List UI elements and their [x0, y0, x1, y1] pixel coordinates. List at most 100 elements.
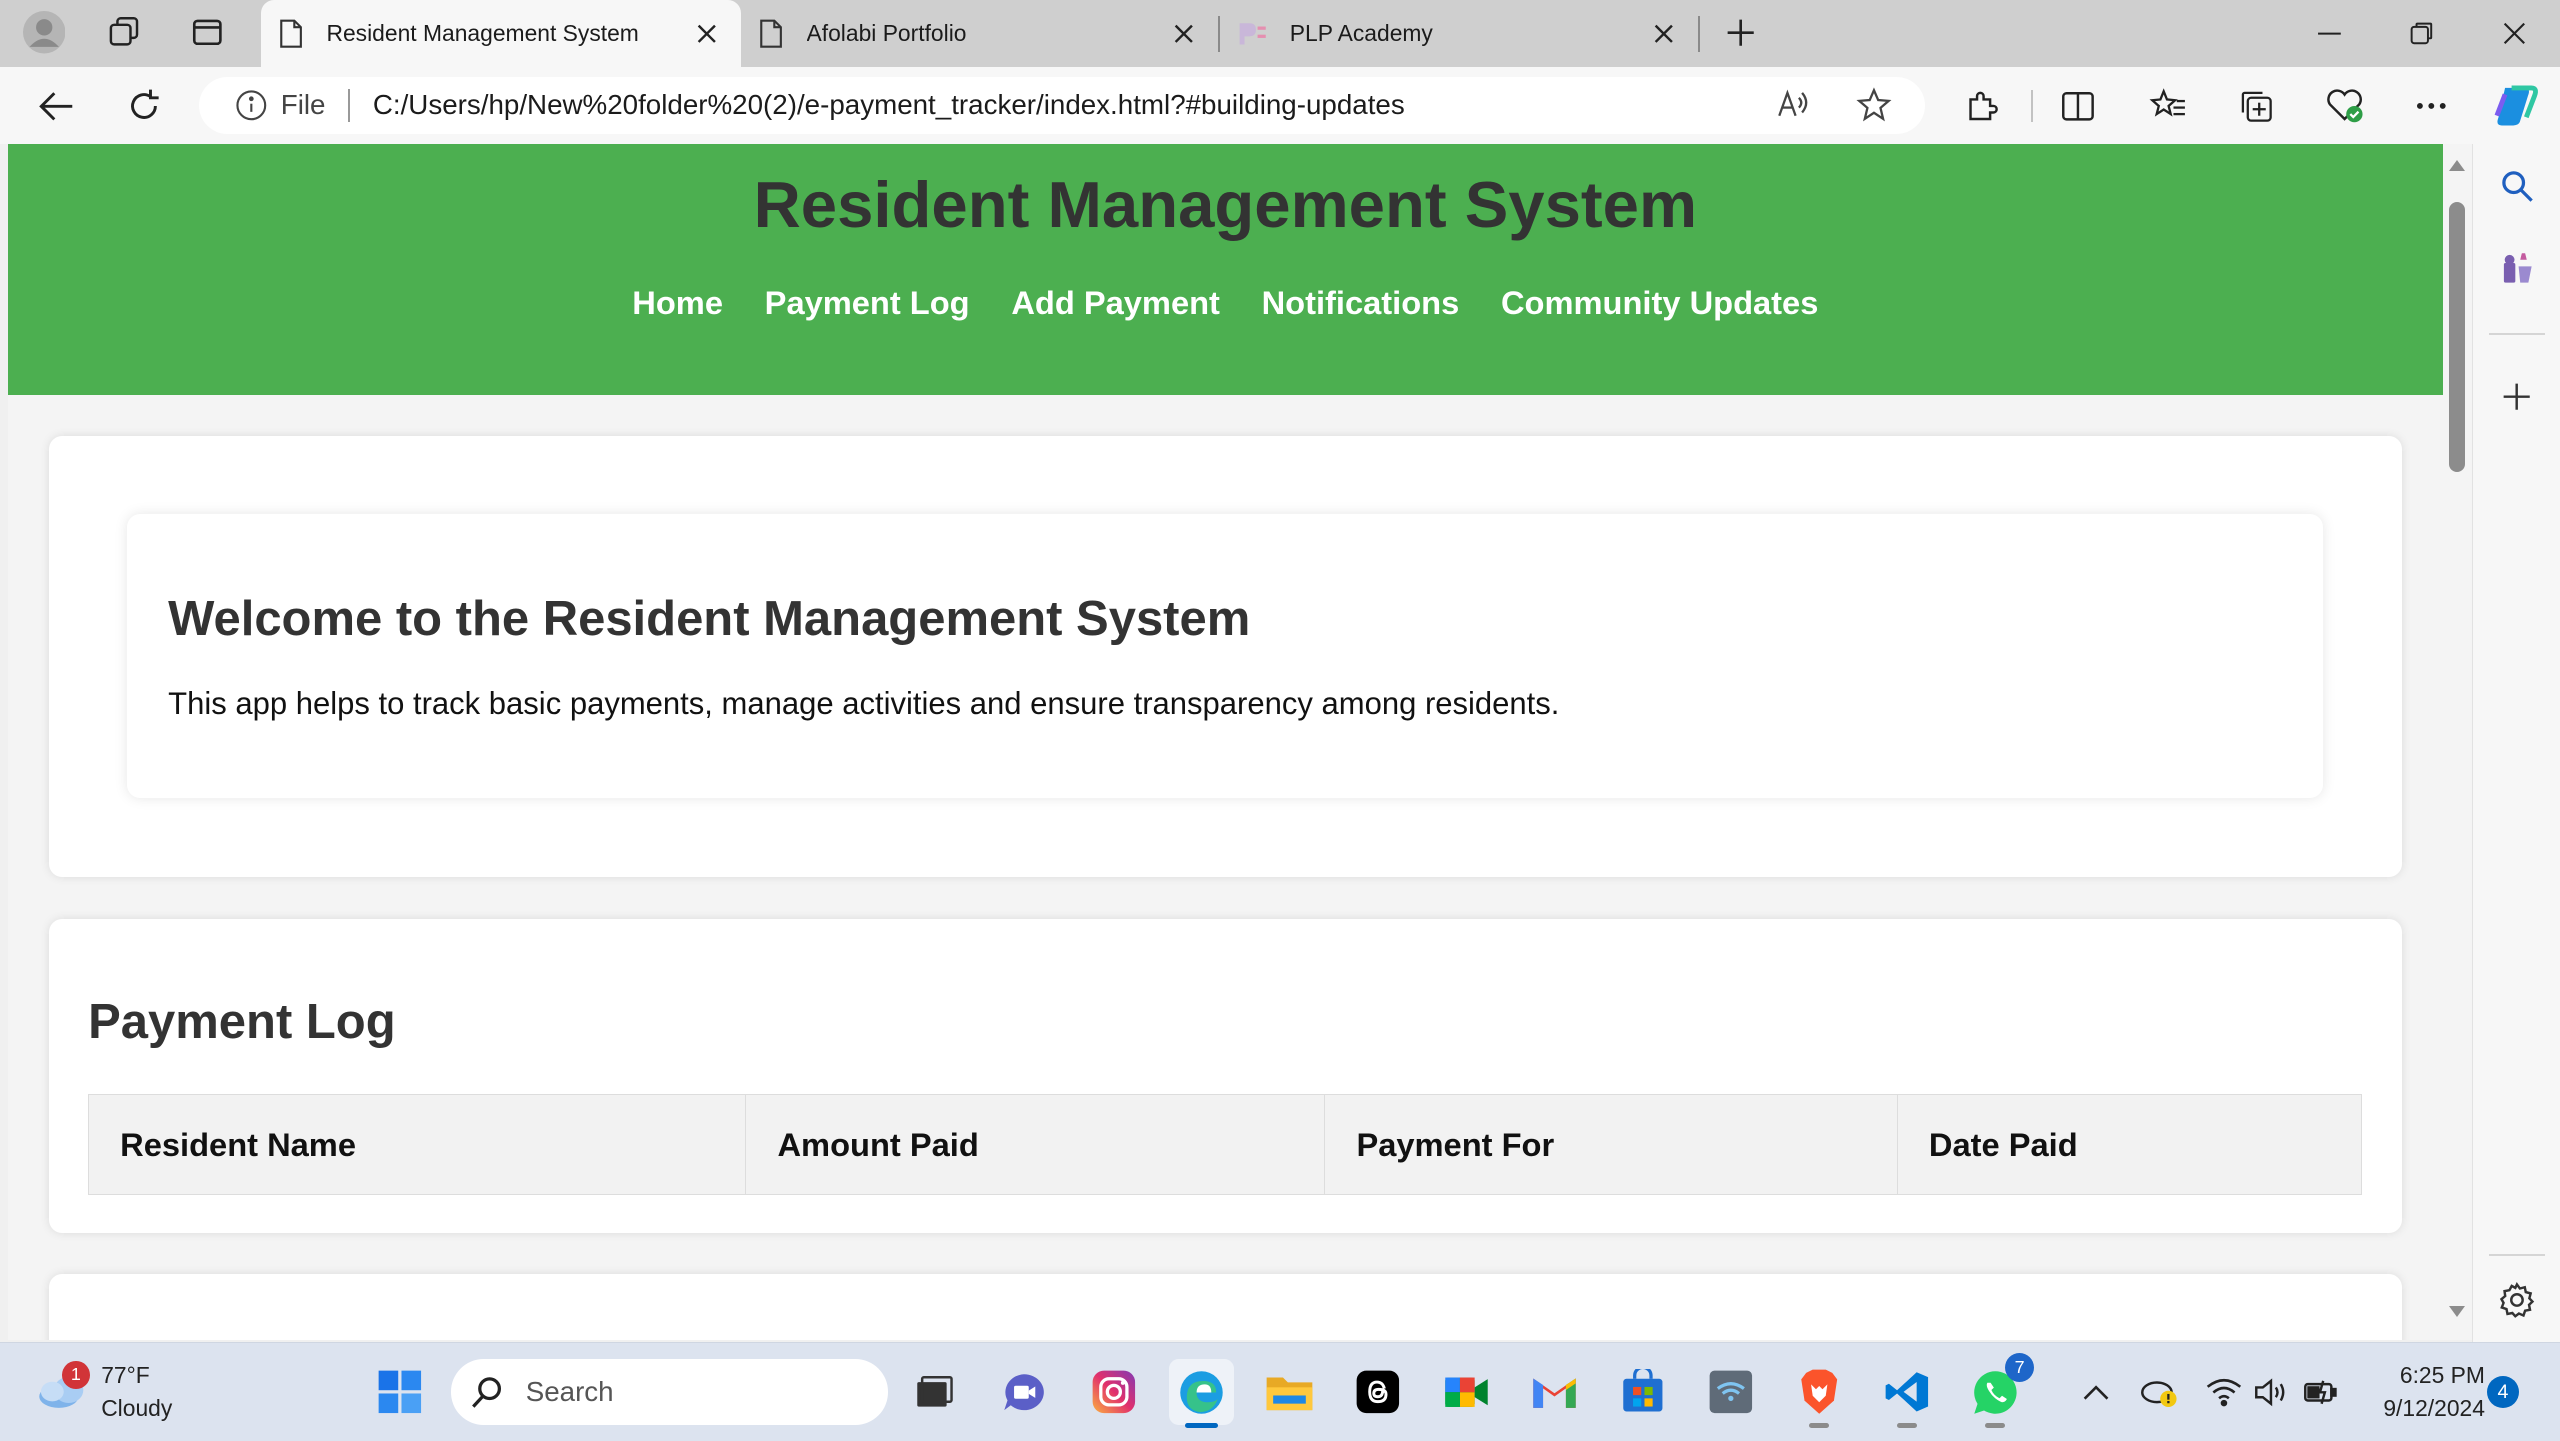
google-meet-icon[interactable]: [1434, 1359, 1499, 1424]
column-header: Payment For: [1324, 1093, 1898, 1196]
address-url[interactable]: C:/Users/hp/New%20folder%20(2)/e-payment…: [373, 89, 1405, 121]
volume-icon[interactable]: [2250, 1363, 2296, 1422]
new-tab-plus-icon[interactable]: [1716, 8, 1765, 57]
nav-community-updates[interactable]: Community Updates: [1501, 284, 1818, 321]
split-screen-icon[interactable]: [2051, 78, 2107, 134]
welcome-heading: Welcome to the Resident Management Syste…: [168, 592, 1251, 647]
favorite-star-icon[interactable]: [1856, 86, 1892, 123]
vscode-icon[interactable]: [1874, 1359, 1939, 1428]
extensions-icon[interactable]: [1954, 78, 2010, 134]
task-view-icon[interactable]: [901, 1359, 966, 1424]
instagram-icon[interactable]: [1081, 1359, 1146, 1424]
tab-separator: [1698, 16, 1700, 53]
page-viewport: Resident Management System Home Payment …: [8, 143, 2443, 1341]
payment-log-section: Payment Log Resident Name Amount Paid Pa…: [48, 919, 2402, 1233]
file-explorer-icon[interactable]: [1257, 1359, 1322, 1424]
profile-avatar-icon[interactable]: [20, 8, 69, 57]
welcome-card: Welcome to the Resident Management Syste…: [127, 514, 2324, 799]
column-header: Resident Name: [88, 1093, 747, 1196]
active-indicator: [1185, 1423, 1218, 1428]
sidebar-add-icon[interactable]: [2491, 371, 2543, 423]
search-placeholder: Search: [525, 1376, 614, 1408]
onedrive-warning-icon[interactable]: [2136, 1363, 2182, 1422]
teams-meet-icon[interactable]: [991, 1359, 1056, 1424]
weather-desc: Cloudy: [101, 1395, 173, 1422]
plp-favicon-icon: [1239, 23, 1266, 45]
nav-home[interactable]: Home: [632, 284, 723, 321]
sidebar-search-icon[interactable]: [2491, 160, 2543, 212]
tab-plp-academy[interactable]: PLP Academy: [1221, 0, 1698, 67]
close-icon[interactable]: [1169, 19, 1198, 48]
weather-badge: 1: [62, 1361, 90, 1389]
whatsapp-badge: 7: [2004, 1352, 2035, 1383]
sidebar-settings-gear-icon[interactable]: [2491, 1274, 2543, 1326]
app-icon[interactable]: [1698, 1359, 1763, 1424]
sidebar-separator: [2489, 333, 2545, 335]
weather-widget[interactable]: 77°F Cloudy 1: [36, 1359, 172, 1424]
minimize-icon[interactable]: [2284, 0, 2375, 67]
notification-count-badge[interactable]: 4: [2486, 1375, 2520, 1409]
close-icon[interactable]: [692, 19, 721, 48]
taskbar-search[interactable]: Search: [450, 1359, 889, 1425]
sidebar-games-icon[interactable]: [2491, 242, 2543, 294]
sidebar-separator: [2489, 1253, 2545, 1256]
toolbar-separator: [2031, 89, 2033, 123]
close-window-icon[interactable]: [2469, 0, 2560, 67]
payment-log-table: Resident Name Amount Paid Payment For Da…: [88, 1093, 2363, 1196]
file-label: File: [280, 89, 326, 121]
payment-log-heading: Payment Log: [88, 995, 396, 1050]
weather-temp: 77°F: [101, 1362, 150, 1389]
wifi-icon[interactable]: [2203, 1363, 2245, 1422]
tab-actions-icon[interactable]: [183, 8, 232, 57]
show-hidden-icons-chevron-icon[interactable]: [2077, 1363, 2116, 1422]
screen: Resident Management System Afolabi Portf…: [0, 0, 2560, 1441]
restore-icon[interactable]: [2376, 0, 2467, 67]
site-header: Resident Management System Home Payment …: [8, 143, 2443, 396]
document-icon: [759, 19, 782, 48]
workspaces-icon[interactable]: [100, 8, 149, 57]
search-icon: [470, 1374, 506, 1410]
read-aloud-icon[interactable]: [1776, 88, 1812, 121]
back-arrow-icon[interactable]: [28, 78, 84, 134]
copilot-icon[interactable]: [2488, 78, 2544, 134]
clock-date: 9/12/2024: [2383, 1395, 2485, 1422]
home-section: Welcome to the Resident Management Syste…: [48, 435, 2402, 877]
info-icon[interactable]: [235, 89, 268, 122]
nav-add-payment[interactable]: Add Payment: [1011, 284, 1220, 321]
tab-title: Resident Management System: [326, 19, 639, 46]
address-bar[interactable]: File C:/Users/hp/New%20folder%20(2)/e-pa…: [199, 76, 1925, 134]
page-title: Resident Management System: [753, 167, 1698, 241]
running-indicator: [1897, 1423, 1917, 1428]
scroll-down-arrow-icon[interactable]: [2449, 1306, 2466, 1317]
threads-icon[interactable]: [1345, 1359, 1410, 1424]
close-icon[interactable]: [1649, 19, 1678, 48]
edge-browser-icon[interactable]: [1169, 1359, 1235, 1428]
start-windows-icon[interactable]: [367, 1359, 432, 1424]
tab-separator: [1217, 16, 1220, 53]
next-section: [48, 1273, 2402, 1341]
scrollbar-thumb[interactable]: [2449, 202, 2466, 472]
collections-icon[interactable]: [2229, 78, 2285, 134]
tab-resident-management[interactable]: Resident Management System: [261, 0, 742, 67]
scroll-up-arrow-icon[interactable]: [2449, 160, 2466, 171]
battery-charging-icon[interactable]: [2299, 1363, 2345, 1422]
nav-payment-log[interactable]: Payment Log: [765, 284, 970, 321]
welcome-text: This app helps to track basic payments, …: [168, 685, 1560, 721]
refresh-icon[interactable]: [116, 78, 172, 134]
more-options-icon[interactable]: [2403, 78, 2459, 134]
tab-afolabi-portfolio[interactable]: Afolabi Portfolio: [741, 0, 1218, 67]
gmail-icon[interactable]: [1522, 1359, 1587, 1424]
tab-title: Afolabi Portfolio: [806, 19, 967, 46]
document-icon: [279, 19, 302, 48]
whatsapp-icon[interactable]: 7: [1963, 1352, 2035, 1428]
favorites-list-icon[interactable]: [2140, 78, 2196, 134]
tab-strip: Resident Management System Afolabi Portf…: [0, 0, 2560, 67]
brave-browser-icon[interactable]: [1786, 1359, 1851, 1428]
browser-toolbar: File C:/Users/hp/New%20folder%20(2)/e-pa…: [0, 66, 2560, 144]
clock-time: 6:25 PM: [2399, 1362, 2485, 1389]
vertical-scrollbar[interactable]: [2442, 143, 2472, 1341]
nav-notifications[interactable]: Notifications: [1262, 284, 1460, 321]
system-clock[interactable]: 6:25 PM 9/12/2024: [2351, 1359, 2485, 1424]
microsoft-store-icon[interactable]: [1610, 1359, 1675, 1424]
browser-essentials-icon[interactable]: [2317, 78, 2373, 134]
